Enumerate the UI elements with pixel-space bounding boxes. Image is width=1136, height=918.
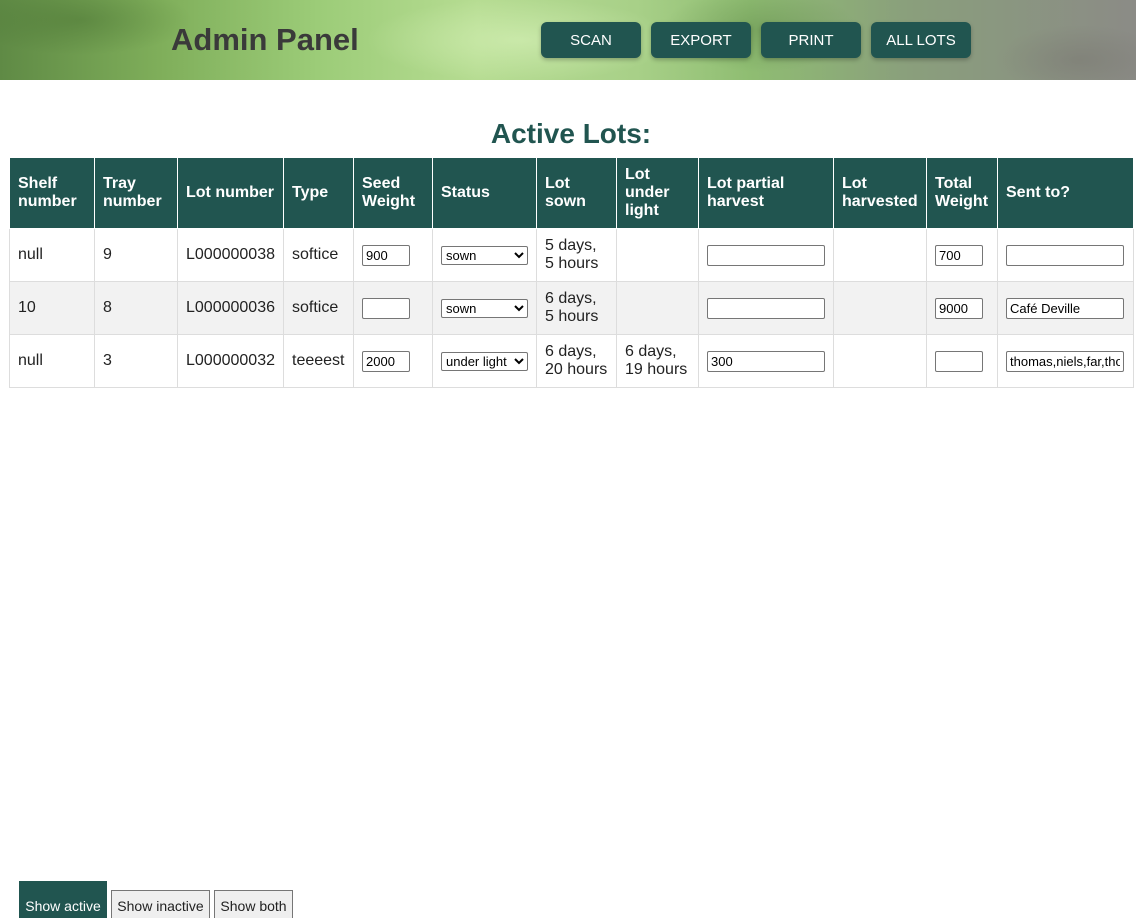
status-cell: under light xyxy=(432,334,537,388)
partial-harvest-cell xyxy=(698,228,834,282)
lot-sown-cell: 5 days, 5 hours xyxy=(536,228,617,282)
total-weight-cell xyxy=(926,228,998,282)
type-cell: softice xyxy=(283,228,354,282)
sent-to-input[interactable] xyxy=(1006,297,1124,319)
column-header: Shelf number xyxy=(9,157,95,229)
lot-under-light-cell: 6 days, 19 hours xyxy=(616,334,699,388)
sent-to-cell xyxy=(997,281,1134,335)
scan-button[interactable]: SCAN xyxy=(541,22,641,58)
lot-number-cell: L000000038 xyxy=(177,228,284,282)
total-weight-input[interactable] xyxy=(935,244,983,266)
show-both-button[interactable]: Show both xyxy=(214,890,293,918)
partial-harvest-cell xyxy=(698,281,834,335)
column-header: Total Weight xyxy=(926,157,998,229)
status-select[interactable]: sown xyxy=(441,245,528,265)
seed-weight-input[interactable] xyxy=(362,350,410,372)
tray-cell: 3 xyxy=(94,334,178,388)
sent-to-input[interactable] xyxy=(1006,350,1124,372)
table-row: 10 8 L000000036 softice sown 6 days, 5 h… xyxy=(9,281,1134,335)
column-header: Type xyxy=(283,157,354,229)
shelf-cell: null xyxy=(9,334,95,388)
section-title: Active Lots: xyxy=(490,118,652,149)
column-header: Seed Weight xyxy=(353,157,433,229)
tray-cell: 8 xyxy=(94,281,178,335)
total-weight-input[interactable] xyxy=(935,350,983,372)
lot-harvested-cell xyxy=(833,334,927,388)
total-weight-input[interactable] xyxy=(935,297,983,319)
total-weight-cell xyxy=(926,334,998,388)
lot-sown-cell: 6 days, 20 hours xyxy=(536,334,617,388)
lot-under-light-cell xyxy=(616,228,699,282)
sent-to-cell xyxy=(997,228,1134,282)
column-header: Tray number xyxy=(94,157,178,229)
status-cell: sown xyxy=(432,228,537,282)
total-weight-cell xyxy=(926,281,998,335)
column-header: Lot sown xyxy=(536,157,617,229)
tray-cell: 9 xyxy=(94,228,178,282)
lot-sown-cell: 6 days, 5 hours xyxy=(536,281,617,335)
header-banner: Admin Panel SCAN EXPORT PRINT ALL LOTS xyxy=(0,0,1136,80)
lots-table: Shelf number Tray number Lot number Type… xyxy=(9,157,1134,388)
seed-weight-input[interactable] xyxy=(362,297,410,319)
page-title: Admin Panel xyxy=(171,22,359,57)
type-cell: teeeest xyxy=(283,334,354,388)
table-row: null 3 L000000032 teeeest under light 6 … xyxy=(9,334,1134,388)
shelf-cell: null xyxy=(9,228,95,282)
seed-weight-cell xyxy=(353,334,433,388)
show-inactive-button[interactable]: Show inactive xyxy=(111,890,210,918)
lot-number-cell: L000000032 xyxy=(177,334,284,388)
partial-harvest-cell xyxy=(698,334,834,388)
seed-weight-input[interactable] xyxy=(362,244,410,266)
lot-number-cell: L000000036 xyxy=(177,281,284,335)
status-cell: sown xyxy=(432,281,537,335)
show-active-button[interactable]: Show active xyxy=(19,881,107,918)
partial-harvest-input[interactable] xyxy=(707,297,825,319)
partial-harvest-input[interactable] xyxy=(707,350,825,372)
lot-under-light-cell xyxy=(616,281,699,335)
column-header: Lot number xyxy=(177,157,284,229)
table-row: null 9 L000000038 softice sown 5 days, 5… xyxy=(9,228,1134,282)
seed-weight-cell xyxy=(353,281,433,335)
all-lots-button[interactable]: ALL LOTS xyxy=(871,22,971,58)
lot-harvested-cell xyxy=(833,281,927,335)
sent-to-input[interactable] xyxy=(1006,244,1124,266)
shelf-cell: 10 xyxy=(9,281,95,335)
column-header: Lot harvested xyxy=(833,157,927,229)
status-select[interactable]: under light xyxy=(441,351,528,371)
seed-weight-cell xyxy=(353,228,433,282)
column-header: Sent to? xyxy=(997,157,1134,229)
sent-to-cell xyxy=(997,334,1134,388)
column-header: Lot partial harvest xyxy=(698,157,834,229)
status-select[interactable]: sown xyxy=(441,298,528,318)
column-header: Lot under light xyxy=(616,157,699,229)
partial-harvest-input[interactable] xyxy=(707,244,825,266)
export-button[interactable]: EXPORT xyxy=(651,22,751,58)
print-button[interactable]: PRINT xyxy=(761,22,861,58)
lot-harvested-cell xyxy=(833,228,927,282)
type-cell: softice xyxy=(283,281,354,335)
table-header-row: Shelf number Tray number Lot number Type… xyxy=(9,157,1134,229)
column-header: Status xyxy=(432,157,537,229)
